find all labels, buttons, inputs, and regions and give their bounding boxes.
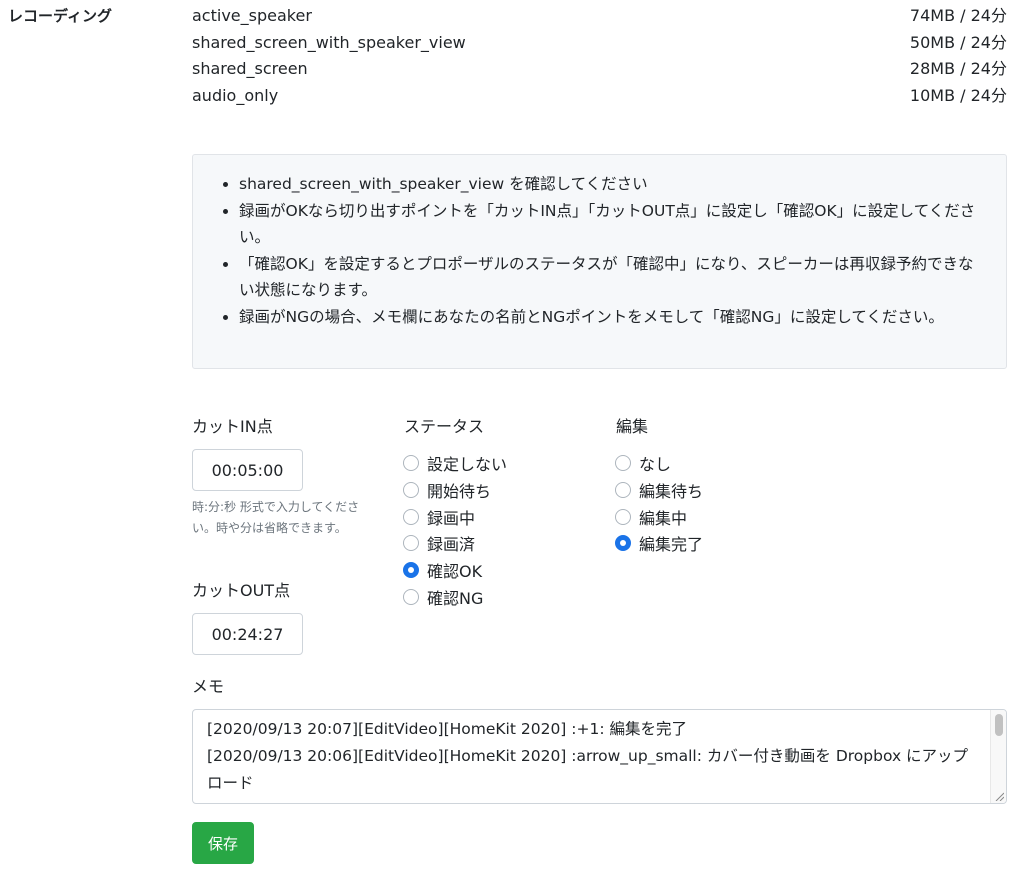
radio-button[interactable] (615, 535, 631, 552)
edit-option-label: 編集完了 (639, 535, 704, 555)
status-option-label: 開始待ち (427, 482, 492, 502)
status-option[interactable]: 設定しない (403, 450, 507, 477)
radio-button[interactable] (615, 455, 631, 472)
recording-row: audio_only 10MB / 24分 (192, 85, 1007, 112)
recording-name: audio_only (192, 85, 279, 105)
status-option-label: 録画中 (427, 508, 476, 528)
edit-option[interactable]: 編集完了 (615, 530, 703, 557)
recordings-list: active_speaker 74MB / 24分 shared_screen_… (192, 5, 1007, 111)
radio-button[interactable] (615, 508, 631, 525)
status-option-label: 確認OK (427, 562, 483, 582)
recording-size: 50MB / 24分 (909, 32, 1007, 52)
resize-handle-icon[interactable] (994, 791, 1004, 801)
memo-scrollbar[interactable] (990, 710, 1006, 803)
recording-row: shared_screen 28MB / 24分 (192, 58, 1007, 85)
cut-in-help-text: 時:分:秒 形式で入力してください。時や分は省略できます。 (192, 500, 360, 535)
cut-out-input[interactable] (192, 613, 303, 655)
radio-button[interactable] (403, 562, 419, 579)
instruction-item: 録画がOKなら切り出すポイントを「カットIN点」「カットOUT点」に設定し「確認… (239, 198, 976, 251)
recording-size: 28MB / 24分 (909, 59, 1007, 78)
status-option-label: 録画済 (427, 535, 476, 555)
status-option-label: 設定しない (427, 455, 508, 475)
memo-textarea[interactable]: [2020/09/13 20:07][EditVideo][HomeKit 20… (192, 709, 1007, 804)
recording-size: 74MB / 24分 (909, 6, 1007, 25)
instructions-box: shared_screen_with_speaker_view を確認してくださ… (192, 154, 1007, 369)
edit-option-label: 編集待ち (639, 482, 704, 502)
edit-radio-group: なし 編集待ち 編集中 編集完了 (615, 450, 703, 557)
memo-line: [2020/09/13 20:06][EditVideo][HomeKit 20… (207, 747, 969, 792)
memo-content: [2020/09/13 20:07][EditVideo][HomeKit 20… (193, 710, 1006, 797)
cut-out-label: カットOUT点 (192, 581, 291, 600)
recording-row: shared_screen_with_speaker_view 50MB / 2… (192, 32, 1007, 59)
status-radio-group: 設定しない 開始待ち 録画中 録画済 確認OK 確認NG (403, 450, 507, 610)
recording-name: active_speaker (192, 6, 312, 25)
instruction-item: 録画がNGの場合、メモ欄にあなたの名前とNGポイントをメモして「確認NG」に設定… (239, 304, 976, 331)
status-option[interactable]: 確認NG (403, 583, 507, 610)
recording-row: active_speaker 74MB / 24分 (192, 5, 1007, 32)
memo-line: [2020/09/13 20:07][EditVideo][HomeKit 20… (207, 720, 688, 738)
radio-button[interactable] (403, 535, 419, 552)
edit-label: 編集 (616, 417, 649, 436)
instructions-list: shared_screen_with_speaker_view を確認してくださ… (213, 171, 976, 330)
radio-button[interactable] (403, 508, 419, 525)
recording-size: 10MB / 24分 (909, 85, 1007, 105)
radio-button[interactable] (403, 588, 419, 605)
status-option[interactable]: 録画済 (403, 530, 507, 557)
radio-button[interactable] (403, 482, 419, 499)
cut-in-input[interactable] (192, 449, 303, 491)
edit-option-label: なし (639, 455, 672, 475)
instruction-item: shared_screen_with_speaker_view を確認してくださ… (239, 171, 976, 198)
status-option[interactable]: 録画中 (403, 503, 507, 530)
recordings-label: レコーディング (8, 7, 112, 25)
recording-name: shared_screen_with_speaker_view (192, 32, 466, 52)
radio-button[interactable] (403, 455, 419, 472)
scroll-thumb[interactable] (995, 714, 1003, 736)
status-option[interactable]: 確認OK (403, 557, 507, 584)
edit-option[interactable]: 編集待ち (615, 477, 703, 504)
cut-in-label: カットIN点 (192, 417, 273, 436)
status-option-label: 確認NG (427, 588, 484, 608)
edit-option[interactable]: なし (615, 450, 703, 477)
radio-button[interactable] (615, 482, 631, 499)
status-option[interactable]: 開始待ち (403, 477, 507, 504)
edit-option-label: 編集中 (639, 508, 688, 528)
recording-name: shared_screen (192, 59, 308, 78)
instruction-item: 「確認OK」を設定するとプロポーザルのステータスが「確認中」になり、スピーカーは… (239, 251, 976, 304)
memo-label: メモ (192, 677, 225, 696)
status-label: ステータス (404, 417, 485, 436)
edit-option[interactable]: 編集中 (615, 503, 703, 530)
save-button[interactable]: 保存 (192, 822, 254, 864)
